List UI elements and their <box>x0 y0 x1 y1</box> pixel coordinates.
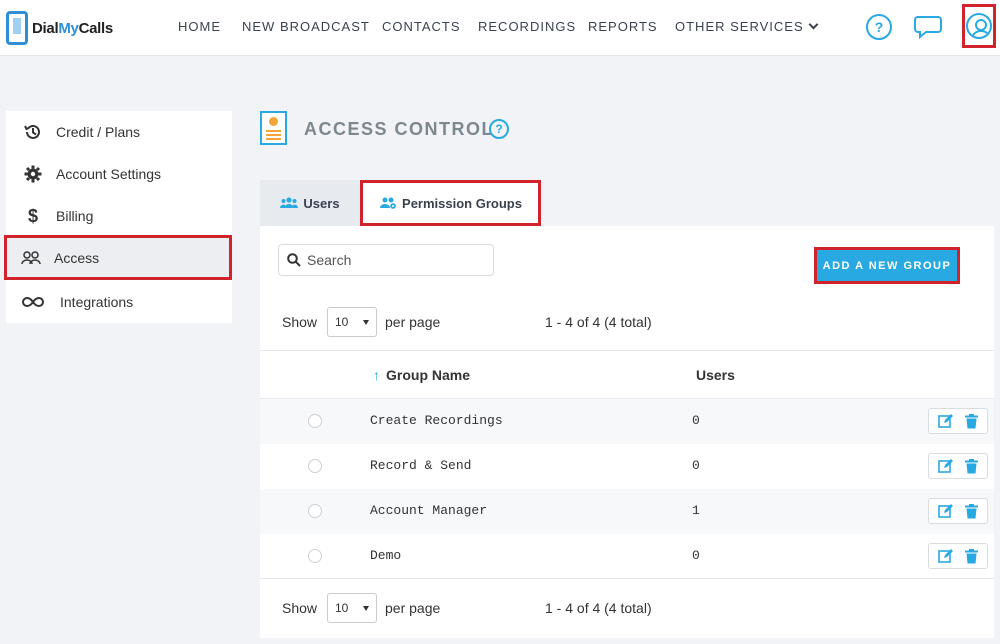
tab-label: Users <box>303 195 340 211</box>
trash-icon[interactable] <box>964 548 978 564</box>
page-range-text: 1 - 4 of 4 (4 total) <box>545 314 652 330</box>
top-navbar: DialMyCalls HOME NEW BROADCAST CONTACTS … <box>0 0 1000 56</box>
edit-icon[interactable] <box>938 548 954 564</box>
nav-home[interactable]: HOME <box>178 19 221 34</box>
sidebar-item-credit-plans[interactable]: Credit / Plans <box>6 111 232 153</box>
tab-label: Permission Groups <box>402 195 522 211</box>
users-icon <box>280 197 299 209</box>
per-page-label: per page <box>385 314 441 330</box>
group-users-count: 0 <box>692 458 700 473</box>
add-new-group-button[interactable]: ADD A NEW GROUP <box>817 250 957 281</box>
sidebar-item-access[interactable]: Access <box>4 235 232 280</box>
nav-recordings[interactable]: RECORDINGS <box>478 19 576 34</box>
edit-icon[interactable] <box>938 413 954 429</box>
search-box <box>278 244 494 276</box>
per-page-label: per page <box>385 600 441 616</box>
row-select-radio[interactable] <box>308 504 322 518</box>
sidebar-item-integrations[interactable]: Integrations <box>6 281 232 323</box>
row-select-radio[interactable] <box>308 549 322 563</box>
tab-users[interactable]: Users <box>260 180 360 226</box>
column-group-name[interactable]: ↑ Group Name <box>373 367 470 383</box>
user-icon <box>966 13 992 39</box>
row-actions <box>928 408 988 434</box>
group-name: Account Manager <box>370 503 488 518</box>
table-row: Demo 0 <box>260 534 994 579</box>
table-row: Create Recordings 0 <box>260 399 994 444</box>
sidebar-item-label: Account Settings <box>56 166 162 182</box>
page-title: ACCESS CONTROL <box>304 119 495 139</box>
sidebar: Credit / Plans Account Settings $ Billin… <box>4 111 232 323</box>
group-cog-icon <box>379 197 397 209</box>
sidebar-item-label: Credit / Plans <box>56 124 141 140</box>
sort-up-icon: ↑ <box>373 367 380 383</box>
search-input[interactable] <box>307 252 487 268</box>
infinity-icon <box>22 296 44 308</box>
table-row: Account Manager 1 <box>260 489 994 534</box>
per-page-select[interactable]: 10 <box>327 593 377 623</box>
group-users-count: 0 <box>692 548 700 563</box>
group-users-count: 0 <box>692 413 700 428</box>
column-label: Group Name <box>386 367 471 383</box>
row-actions <box>928 498 988 524</box>
tab-permission-groups[interactable]: Permission Groups <box>360 180 541 226</box>
nav-new-broadcast[interactable]: NEW BROADCAST <box>242 19 370 34</box>
users-icon <box>20 250 42 265</box>
dollar-icon: $ <box>27 205 38 226</box>
group-name: Create Recordings <box>370 413 503 428</box>
edit-icon[interactable] <box>938 458 954 474</box>
sidebar-item-billing[interactable]: $ Billing <box>6 195 232 237</box>
sidebar-item-label: Integrations <box>60 294 134 310</box>
sidebar-item-label: Billing <box>56 208 94 224</box>
show-label: Show <box>282 314 318 330</box>
logo[interactable]: DialMyCalls <box>6 10 113 46</box>
chat-icon[interactable] <box>914 13 944 46</box>
trash-icon[interactable] <box>964 413 978 429</box>
help-icon[interactable]: ? <box>866 14 892 40</box>
table-row: Record & Send 0 <box>260 444 994 489</box>
nav-other-services[interactable]: OTHER SERVICES <box>675 19 819 34</box>
row-select-radio[interactable] <box>308 414 322 428</box>
show-label: Show <box>282 600 318 616</box>
account-menu-button[interactable] <box>962 4 996 48</box>
history-icon <box>22 123 44 141</box>
group-users-count: 1 <box>692 503 700 518</box>
column-users[interactable]: Users <box>696 367 735 383</box>
chevron-down-icon <box>808 19 819 30</box>
row-actions <box>928 453 988 479</box>
nav-other-services-label: OTHER SERVICES <box>675 19 804 34</box>
sidebar-item-label: Access <box>54 249 100 266</box>
add-group-highlight: ADD A NEW GROUP <box>814 247 960 284</box>
trash-icon[interactable] <box>964 503 978 519</box>
trash-icon[interactable] <box>964 458 978 474</box>
logo-phone-icon <box>6 11 28 45</box>
access-control-icon <box>260 111 287 145</box>
edit-icon[interactable] <box>938 503 954 519</box>
table-divider <box>260 578 994 579</box>
page-range-text: 1 - 4 of 4 (4 total) <box>545 600 652 616</box>
table-header: ↑ Group Name Users <box>260 350 994 399</box>
help-icon[interactable]: ? <box>489 119 509 139</box>
sidebar-item-account-settings[interactable]: Account Settings <box>6 153 232 195</box>
search-icon <box>287 253 301 267</box>
logo-text: DialMyCalls <box>32 19 113 37</box>
group-name: Record & Send <box>370 458 472 473</box>
row-select-radio[interactable] <box>308 459 322 473</box>
nav-contacts[interactable]: CONTACTS <box>382 19 461 34</box>
row-actions <box>928 543 988 569</box>
per-page-select[interactable]: 10 <box>327 307 377 337</box>
group-name: Demo <box>370 548 402 563</box>
nav-reports[interactable]: REPORTS <box>588 19 658 34</box>
gear-icon <box>22 165 44 183</box>
permission-groups-panel: ADD A NEW GROUP Show 10 per page 1 - 4 o… <box>260 226 994 638</box>
